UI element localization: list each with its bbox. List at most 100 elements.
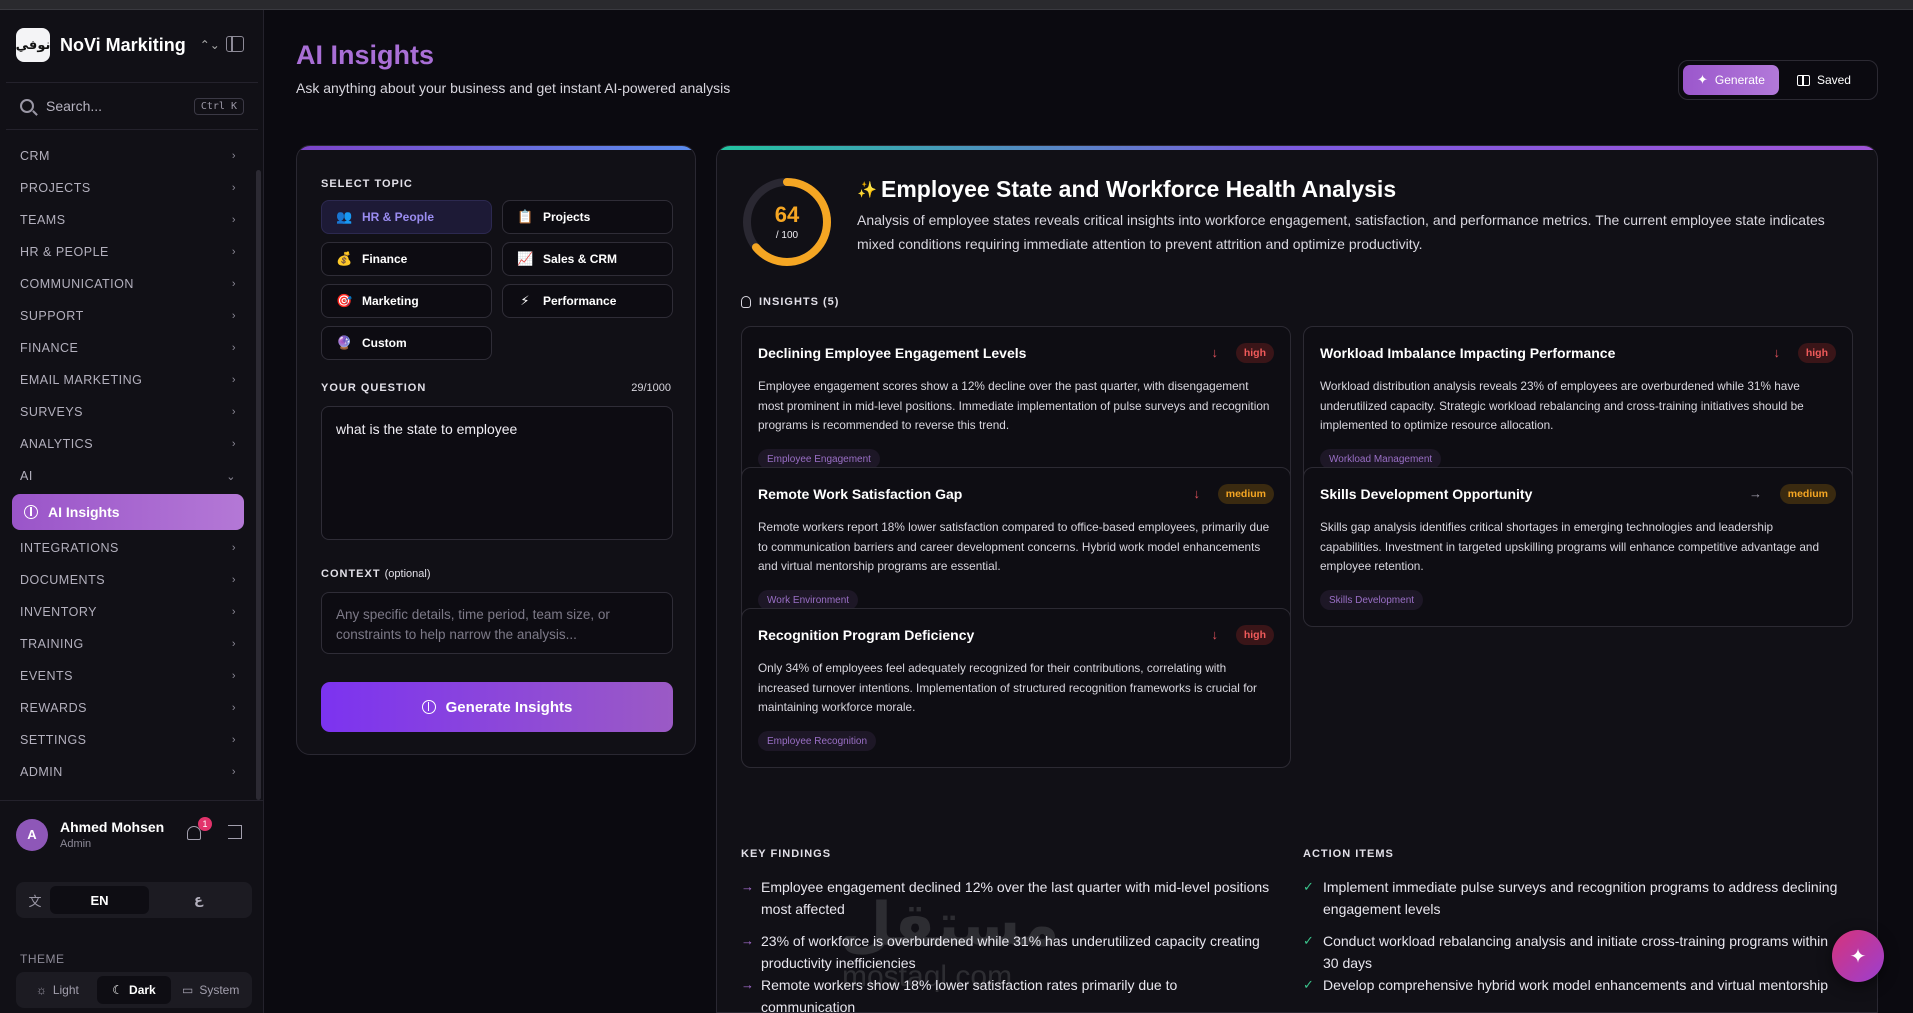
language-en-button[interactable]: EN xyxy=(50,886,149,914)
sidebar-item-finance[interactable]: FINANCE › xyxy=(6,332,250,364)
topic-projects-button[interactable]: 📋 Projects xyxy=(502,200,673,234)
sidebar: نوفي NoVi Markiting ⌃⌄ Search... Ctrl K … xyxy=(0,10,264,1013)
sidebar-item-admin[interactable]: ADMIN › xyxy=(6,756,250,788)
sidebar-item-email-marketing[interactable]: EMAIL MARKETING › xyxy=(6,364,250,396)
check-icon: ✓ xyxy=(1303,933,1314,948)
severity-badge: high xyxy=(1235,343,1274,363)
sidebar-item-surveys[interactable]: SURVEYS › xyxy=(6,396,250,428)
translate-icon: 文 xyxy=(28,893,42,909)
chevron-right-icon: › xyxy=(231,246,236,258)
analysis-title: Employee State and Workforce Health Anal… xyxy=(881,176,1397,202)
search-placeholder: Search... xyxy=(46,98,103,114)
sidebar-collapse-icon[interactable] xyxy=(226,36,244,52)
sidebar-item-label: TEAMS xyxy=(20,213,66,227)
sparkle-icon: ✦ xyxy=(1697,72,1708,87)
topic-marketing-button[interactable]: 🎯 Marketing xyxy=(321,284,492,318)
question-textarea[interactable]: what is the state to employee xyxy=(321,406,673,540)
sidebar-item-ai-insights[interactable]: AI Insights xyxy=(12,494,244,530)
sidebar-item-hr-people[interactable]: HR & PEOPLE › xyxy=(6,236,250,268)
brand-logo: نوفي xyxy=(16,28,50,62)
logout-icon[interactable] xyxy=(228,825,242,839)
sidebar-item-analytics[interactable]: ANALYTICS › xyxy=(6,428,250,460)
sidebar-item-label: ADMIN xyxy=(20,765,63,779)
lightbulb-icon xyxy=(741,296,751,308)
sidebar-item-label: INTEGRATIONS xyxy=(20,541,119,555)
sidebar-item-teams[interactable]: TEAMS › xyxy=(6,204,250,236)
context-textarea[interactable]: Any specific details, time period, team … xyxy=(321,592,673,654)
sidebar-item-communication[interactable]: COMMUNICATION › xyxy=(6,268,250,300)
insight-title: Workload Imbalance Impacting Performance xyxy=(1320,345,1616,361)
theme-system-button[interactable]: ▭ System xyxy=(173,976,248,1004)
sidebar-item-documents[interactable]: DOCUMENTS › xyxy=(6,564,250,596)
select-topic-label: SELECT TOPIC xyxy=(321,178,413,190)
card-accent-bar xyxy=(717,146,1877,150)
sidebar-item-rewards[interactable]: REWARDS › xyxy=(6,692,250,724)
check-icon: ✓ xyxy=(1303,879,1314,894)
sidebar-nav: CRM › PROJECTS › TEAMS › HR & PEOPLE › COMMUNICA… xyxy=(6,140,250,788)
insight-tag: Employee Recognition xyxy=(758,731,877,751)
severity-badge: high xyxy=(1797,343,1836,363)
score-max: / 100 xyxy=(775,230,799,241)
sidebar-item-integrations[interactable]: INTEGRATIONS › xyxy=(6,532,250,564)
brand-name: NoVi Markiting xyxy=(60,34,186,55)
topic-custom-button[interactable]: 🔮 Custom xyxy=(321,326,492,360)
chevron-right-icon: › xyxy=(231,438,236,450)
chevron-right-icon: › xyxy=(231,734,236,746)
theme-dark-button[interactable]: ☾ Dark xyxy=(96,976,172,1004)
topic-label: HR & People xyxy=(362,210,435,224)
arrow-right-icon: → xyxy=(741,933,754,948)
sidebar-item-training[interactable]: TRAINING › xyxy=(6,628,250,660)
saved-tab[interactable]: Saved xyxy=(1783,65,1865,95)
severity-badge: high xyxy=(1235,625,1274,645)
chevron-right-icon: › xyxy=(231,214,236,226)
search-input[interactable]: Search... Ctrl K xyxy=(6,82,258,130)
sidebar-item-label: COMMUNICATION xyxy=(20,277,134,291)
topic-finance-button[interactable]: 💰 Finance xyxy=(321,242,492,276)
chevron-right-icon: › xyxy=(231,278,236,290)
topic-label: Projects xyxy=(543,210,591,224)
generate-tab[interactable]: ✦ Generate xyxy=(1683,65,1779,95)
sidebar-item-label: AI Insights xyxy=(48,504,120,520)
brand-switcher[interactable]: نوفي NoVi Markiting ⌃⌄ xyxy=(16,28,220,62)
people-icon: 👥 xyxy=(336,209,353,224)
generate-insights-button[interactable]: Generate Insights xyxy=(321,682,673,732)
sidebar-item-label: DOCUMENTS xyxy=(20,573,106,587)
insight-tag: Skills Development xyxy=(1320,590,1424,610)
insight-card: Declining Employee Engagement Levels ↓ hig… xyxy=(741,326,1291,486)
insight-title: Remote Work Satisfaction Gap xyxy=(758,486,963,502)
ai-assistant-button[interactable]: ✦ xyxy=(1832,930,1884,982)
severity-badge: medium xyxy=(1217,484,1274,504)
insight-card: Skills Development Opportunity → medium Ski… xyxy=(1303,467,1853,627)
sidebar-item-settings[interactable]: SETTINGS › xyxy=(6,724,250,756)
avatar[interactable]: A xyxy=(16,818,48,851)
topic-label: Custom xyxy=(362,336,407,350)
insight-description: Remote workers report 18% lower satisfac… xyxy=(758,520,1270,573)
sidebar-item-projects[interactable]: PROJECTS › xyxy=(6,172,250,204)
sidebar-item-label: INVENTORY xyxy=(20,605,97,619)
topic-hr-people-button[interactable]: 👥 HR & People xyxy=(321,200,492,234)
sidebar-scrollbar[interactable] xyxy=(256,170,261,800)
sidebar-item-inventory[interactable]: INVENTORY › xyxy=(6,596,250,628)
book-icon xyxy=(1796,74,1810,86)
sidebar-item-label: PROJECTS xyxy=(20,181,91,195)
action-item: ✓ Implement immediate pulse surveys and r… xyxy=(1303,876,1843,920)
chevron-right-icon: › xyxy=(231,342,236,354)
page-title: AI Insights xyxy=(296,40,435,70)
topic-sales-crm-button[interactable]: 📈 Sales & CRM xyxy=(502,242,673,276)
sidebar-item-label: EMAIL MARKETING xyxy=(20,373,143,387)
analysis-summary: Analysis of employee states reveals crit… xyxy=(857,212,1825,252)
sidebar-item-support[interactable]: SUPPORT › xyxy=(6,300,250,332)
brain-icon xyxy=(24,505,38,519)
chevron-right-icon: › xyxy=(231,542,236,554)
language-switcher: 文 EN ع xyxy=(16,882,252,918)
brain-icon xyxy=(421,700,436,714)
sidebar-item-crm[interactable]: CRM › xyxy=(6,140,250,172)
sidebar-item-events[interactable]: EVENTS › xyxy=(6,660,250,692)
topic-label: Performance xyxy=(543,294,617,308)
topic-performance-button[interactable]: ⚡ Performance xyxy=(502,284,673,318)
theme-light-button[interactable]: ☼ Light xyxy=(20,976,95,1004)
sidebar-item-label: SURVEYS xyxy=(20,405,84,419)
sidebar-item-ai[interactable]: AI ⌄ xyxy=(6,460,250,492)
language-ar-button[interactable]: ع xyxy=(149,886,248,914)
severity-badge: medium xyxy=(1779,484,1836,504)
